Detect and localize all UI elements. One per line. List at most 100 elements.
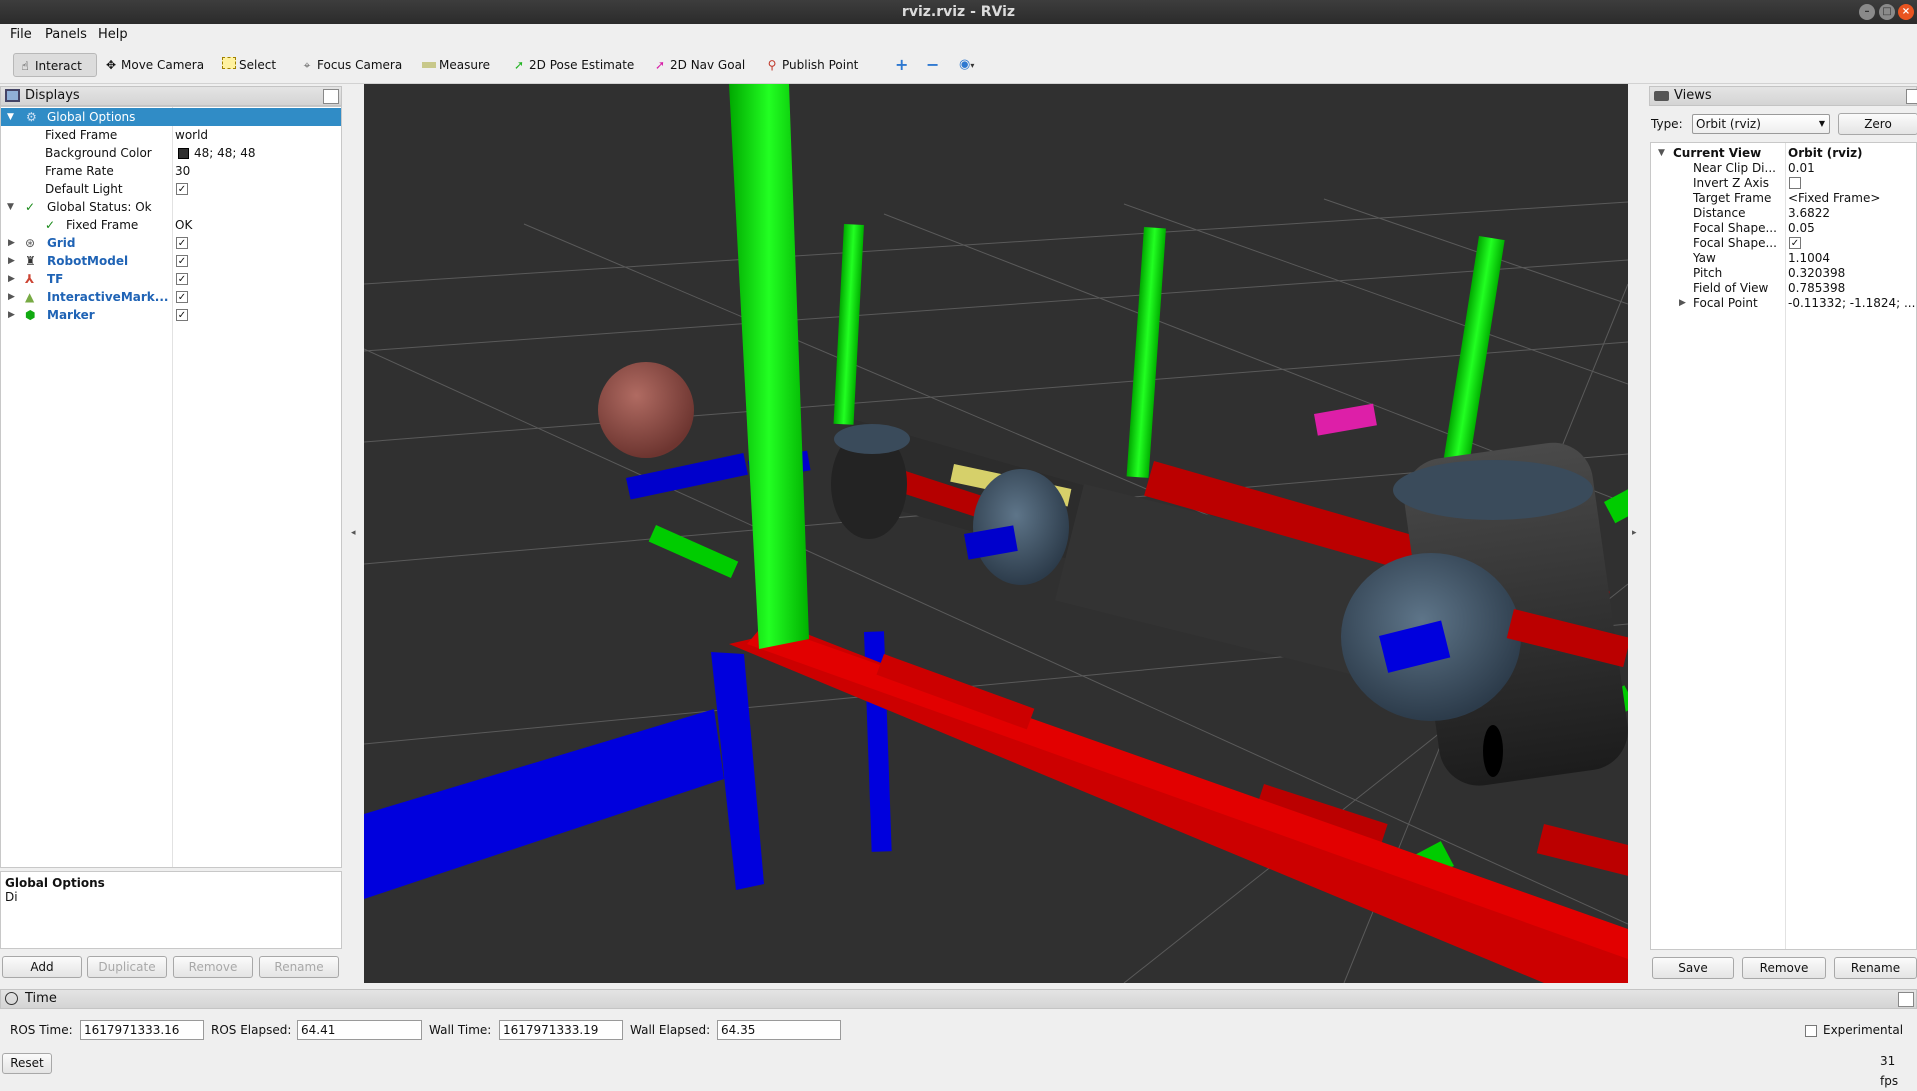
tree-item-background-color[interactable]: Background Color 48; 48; 48 [1, 144, 341, 162]
wrist-disc [973, 469, 1069, 585]
tree-item-interactive-markers[interactable]: ▶ ▲ InteractiveMark... ✓ [1, 288, 341, 306]
tf-axis-y [1126, 227, 1166, 478]
tree-item-frame-rate[interactable]: Frame Rate 30 [1, 162, 341, 180]
tree-item-tf[interactable]: ▶ ⅄ TF ✓ [1, 270, 341, 288]
nav-goal-tool[interactable]: ➚ 2D Nav Goal [649, 53, 745, 77]
collapse-arrow-icon[interactable]: ▶ [1679, 294, 1686, 312]
wall-elapsed-field[interactable]: 64.35 [717, 1020, 841, 1040]
pose-estimate-label: 2D Pose Estimate [529, 58, 635, 72]
ros-elapsed-field[interactable]: 64.41 [297, 1020, 422, 1040]
eye-icon[interactable]: ◉▾ [955, 53, 974, 77]
collapse-arrow-icon[interactable]: ▶ [8, 288, 15, 306]
tree-item-status-fixed-frame[interactable]: ✓ Fixed Frame OK [1, 216, 341, 234]
maximize-icon[interactable]: □ [1879, 4, 1895, 20]
move-camera-label: Move Camera [121, 58, 205, 72]
world-axis-y [729, 84, 809, 649]
tree-item-grid[interactable]: ▶ ⊛ Grid ✓ [1, 234, 341, 252]
expand-arrow-icon[interactable]: ▼ [7, 198, 14, 216]
scene-svg [364, 84, 1628, 983]
zero-button[interactable]: Zero [1838, 113, 1917, 135]
collapse-arrow-icon[interactable]: ▶ [8, 252, 15, 270]
move-camera-tool[interactable]: ✥ Move Camera [100, 53, 204, 77]
axes-icon: ⅄ [25, 272, 35, 286]
reset-button[interactable]: Reset [2, 1053, 52, 1074]
interactive-markers-checkbox[interactable]: ✓ [176, 291, 188, 303]
gear-icon: ⚙ [26, 110, 37, 124]
close-icon[interactable]: × [1898, 4, 1914, 20]
rename-view-button[interactable]: Rename [1834, 957, 1917, 979]
right-splitter-handle[interactable]: ▸ [1632, 528, 1637, 538]
collapse-arrow-icon[interactable]: ▶ [8, 306, 15, 324]
views-tree: ▼ Current View Orbit (rviz) Near Clip Di… [1650, 142, 1917, 950]
tf-axis-x [1536, 824, 1628, 883]
tree-item-marker[interactable]: ▶ ⬢ Marker ✓ [1, 306, 341, 324]
tree-item-global-options[interactable]: ▼ ⚙ Global Options [1, 108, 341, 126]
tree-item-global-status[interactable]: ▼ ✓ Global Status: Ok [1, 198, 341, 216]
render-viewport[interactable] [364, 84, 1628, 983]
experimental-checkbox[interactable] [1805, 1025, 1817, 1037]
tree-item-default-light[interactable]: Default Light ✓ [1, 180, 341, 198]
wall-time-field[interactable]: 1617971333.19 [499, 1020, 623, 1040]
menu-help[interactable]: Help [98, 27, 128, 42]
frame-rate-label: Frame Rate [45, 164, 114, 178]
focal-shape-fixed-checkbox[interactable]: ✓ [1789, 237, 1801, 249]
check-icon: ✓ [45, 218, 56, 232]
fixed-frame-value[interactable]: world [175, 126, 208, 144]
remove-tool-icon[interactable]: − [922, 53, 939, 77]
interactive-markers-label: InteractiveMark... [47, 290, 169, 304]
views-title: Views [1674, 88, 1712, 103]
time-close-button[interactable] [1898, 992, 1914, 1007]
tf-checkbox[interactable]: ✓ [176, 273, 188, 285]
remove-view-button[interactable]: Remove [1742, 957, 1826, 979]
tree-item-focal-point[interactable]: ▶ Focal Point -0.11332; -1.1824; ... [1651, 294, 1916, 312]
default-light-checkbox[interactable]: ✓ [176, 183, 188, 195]
robot-model-checkbox[interactable]: ✓ [176, 255, 188, 267]
time-title: Time [25, 991, 57, 1006]
add-display-button[interactable]: Add [2, 956, 82, 978]
select-tool[interactable]: Select [218, 53, 276, 77]
tf-axis-y [833, 223, 864, 425]
focus-camera-tool[interactable]: ⌖ Focus Camera [296, 53, 403, 77]
displays-close-button[interactable] [323, 89, 339, 104]
grid-icon: ⊛ [25, 236, 36, 250]
save-view-button[interactable]: Save [1652, 957, 1734, 979]
view-type-select[interactable]: Orbit (rviz) ▼ [1692, 114, 1830, 134]
frame-rate-value[interactable]: 30 [175, 162, 190, 180]
interact-tool[interactable]: ☝ Interact [13, 53, 97, 77]
focal-point-value[interactable]: -0.11332; -1.1824; ... [1788, 294, 1915, 312]
views-close-button[interactable] [1906, 89, 1917, 104]
left-splitter-handle[interactable]: ◂ [351, 528, 356, 538]
invert-z-checkbox[interactable] [1789, 177, 1801, 189]
robot-model-label: RobotModel [47, 254, 129, 268]
tree-item-robot-model[interactable]: ▶ ♜ RobotModel ✓ [1, 252, 341, 270]
focal-point-label: Focal Point [1693, 296, 1758, 310]
minimize-icon[interactable]: – [1859, 4, 1875, 20]
menu-panels[interactable]: Panels [45, 27, 87, 42]
tree-item-fixed-frame[interactable]: Fixed Frame world [1, 126, 341, 144]
background-color-value[interactable]: 48; 48; 48 [194, 144, 256, 162]
duplicate-display-button[interactable]: Duplicate [87, 956, 167, 978]
ros-time-field[interactable]: 1617971333.16 [80, 1020, 204, 1040]
global-status-label: Global Status: Ok [47, 200, 152, 214]
color-swatch[interactable] [178, 148, 189, 159]
pose-estimate-tool[interactable]: ➚ 2D Pose Estimate [508, 53, 634, 77]
expand-arrow-icon[interactable]: ▼ [7, 108, 14, 126]
robot-joint-cap [834, 424, 910, 454]
rename-display-button[interactable]: Rename [259, 956, 339, 978]
base-port [1483, 725, 1503, 777]
displays-panel-header: Displays [0, 86, 342, 106]
menu-file[interactable]: File [10, 27, 32, 42]
marker-checkbox[interactable]: ✓ [176, 309, 188, 321]
collapse-arrow-icon[interactable]: ▶ [8, 270, 15, 288]
fps-readout: 31 fps [1880, 1054, 1899, 1088]
view-type-label: Type: [1651, 117, 1683, 131]
measure-tool[interactable]: Measure [418, 53, 490, 77]
measure-label: Measure [439, 58, 490, 72]
add-tool-icon[interactable]: + [891, 53, 908, 77]
collapse-arrow-icon[interactable]: ▶ [8, 234, 15, 252]
grid-checkbox[interactable]: ✓ [176, 237, 188, 249]
publish-point-tool[interactable]: ⚲ Publish Point [761, 53, 859, 77]
monitor-icon [5, 89, 20, 102]
window-title-bar: rviz.rviz - RViz – □ × [0, 0, 1917, 24]
remove-display-button[interactable]: Remove [173, 956, 253, 978]
